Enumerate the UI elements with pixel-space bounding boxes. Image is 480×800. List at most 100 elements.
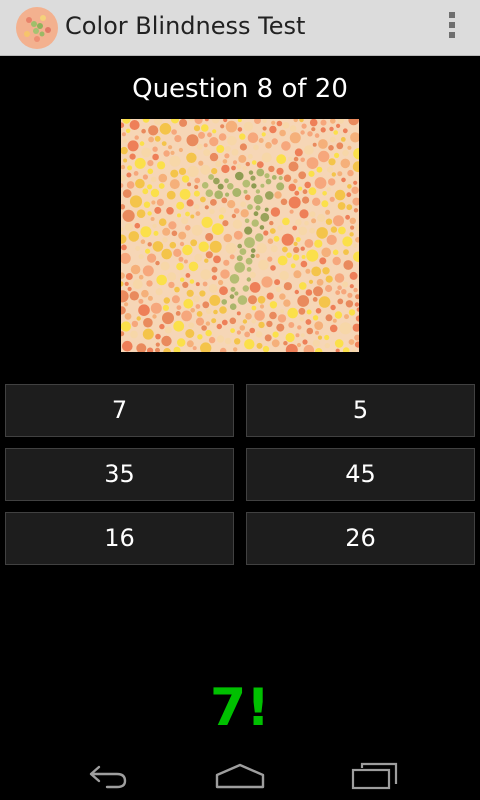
plate-background-dot <box>200 269 211 280</box>
plate-background-dot <box>179 119 188 127</box>
plate-background-dot <box>150 176 157 183</box>
plate-background-dot <box>156 198 164 206</box>
plate-figure-dot <box>244 218 250 224</box>
plate-background-dot <box>130 264 141 275</box>
plate-background-dot <box>312 315 319 321</box>
plate-background-dot <box>325 218 333 225</box>
plate-background-dot <box>227 135 237 146</box>
plate-background-dot <box>342 149 349 157</box>
plate-background-dot <box>292 254 300 261</box>
plate-background-dot <box>242 319 248 324</box>
plate-background-dot <box>322 267 330 275</box>
plate-background-dot <box>311 127 316 132</box>
plate-background-dot <box>230 328 235 333</box>
plate-background-dot <box>344 314 349 320</box>
plate-background-dot <box>314 239 323 248</box>
plate-background-dot <box>313 286 323 297</box>
plate-background-dot <box>340 158 351 169</box>
plate-background-dot <box>154 206 162 214</box>
plate-background-dot <box>198 131 205 139</box>
plate-background-dot <box>325 284 333 293</box>
plate-figure-dot <box>260 212 270 222</box>
plate-background-dot <box>240 201 246 208</box>
plate-background-dot <box>353 208 359 213</box>
plate-background-dot <box>337 285 342 290</box>
plate-background-dot <box>274 191 282 199</box>
plate-background-dot <box>256 161 264 168</box>
plate-background-dot <box>325 314 333 322</box>
recents-icon <box>351 762 398 790</box>
plate-background-dot <box>198 160 204 166</box>
plate-background-dot <box>293 178 298 184</box>
plate-background-dot <box>293 156 299 162</box>
plate-background-dot <box>218 279 224 286</box>
plate-background-dot <box>205 321 211 326</box>
plate-background-dot <box>211 168 218 175</box>
plate-background-dot <box>177 213 181 218</box>
answer-button-2[interactable]: 5 <box>246 384 475 437</box>
answer-button-1[interactable]: 7 <box>5 384 234 437</box>
plate-background-dot <box>294 190 300 196</box>
plate-background-dot <box>264 334 272 342</box>
plate-background-dot <box>330 304 336 311</box>
plate-background-dot <box>337 202 346 210</box>
plate-background-dot <box>339 322 352 335</box>
plate-figure-dot <box>265 178 272 185</box>
plate-figure-dot <box>260 183 265 188</box>
plate-background-dot <box>122 189 132 198</box>
navigation-bar <box>0 752 480 800</box>
plate-background-dot <box>308 170 315 177</box>
plate-background-dot <box>315 308 322 314</box>
plate-background-dot <box>145 248 151 254</box>
plate-background-dot <box>147 168 154 175</box>
plate-background-dot <box>245 161 250 167</box>
plate-background-dot <box>197 334 203 340</box>
plate-background-dot <box>153 230 159 236</box>
plate-background-dot <box>289 209 294 214</box>
plate-background-dot <box>141 147 152 158</box>
plate-background-dot <box>195 317 205 326</box>
recents-button[interactable] <box>295 752 455 800</box>
answer-button-4[interactable]: 45 <box>246 448 475 501</box>
plate-background-dot <box>302 189 308 195</box>
plate-background-dot <box>258 138 264 143</box>
plate-background-dot <box>183 298 194 309</box>
plate-background-dot <box>316 278 324 286</box>
plate-background-dot <box>134 157 146 169</box>
plate-background-dot <box>125 273 133 280</box>
overflow-menu-icon[interactable] <box>446 12 458 42</box>
answer-button-5[interactable]: 16 <box>5 512 234 565</box>
plate-background-dot <box>239 143 247 151</box>
plate-background-dot <box>190 308 195 313</box>
plate-background-dot <box>300 130 305 135</box>
plate-background-dot <box>138 304 150 316</box>
plate-background-dot <box>343 260 354 270</box>
plate-background-dot <box>143 201 151 208</box>
plate-background-dot <box>139 141 145 146</box>
plate-background-dot <box>317 335 323 340</box>
plate-background-dot <box>209 152 219 162</box>
plate-figure-dot <box>246 267 252 272</box>
plate-background-dot <box>276 120 283 127</box>
plate-background-dot <box>233 347 238 352</box>
plate-background-dot <box>195 282 200 287</box>
plate-background-dot <box>318 139 328 149</box>
plate-background-dot <box>304 181 311 189</box>
answer-button-6[interactable]: 26 <box>246 512 475 565</box>
plate-background-dot <box>133 171 139 176</box>
plate-background-dot <box>305 268 311 274</box>
plate-background-dot <box>209 208 215 215</box>
plate-background-dot <box>329 324 338 333</box>
plate-background-dot <box>207 132 212 138</box>
plate-background-dot <box>233 208 240 214</box>
plate-background-dot <box>170 150 175 155</box>
color-plate-image <box>121 119 359 352</box>
plate-background-dot <box>333 215 344 227</box>
plate-background-dot <box>152 146 158 152</box>
answer-button-3[interactable]: 35 <box>5 448 234 501</box>
plate-background-dot <box>306 309 312 315</box>
plate-background-dot <box>328 178 336 186</box>
plate-background-dot <box>166 190 176 200</box>
plate-background-dot <box>225 242 237 254</box>
plate-background-dot <box>277 225 283 231</box>
